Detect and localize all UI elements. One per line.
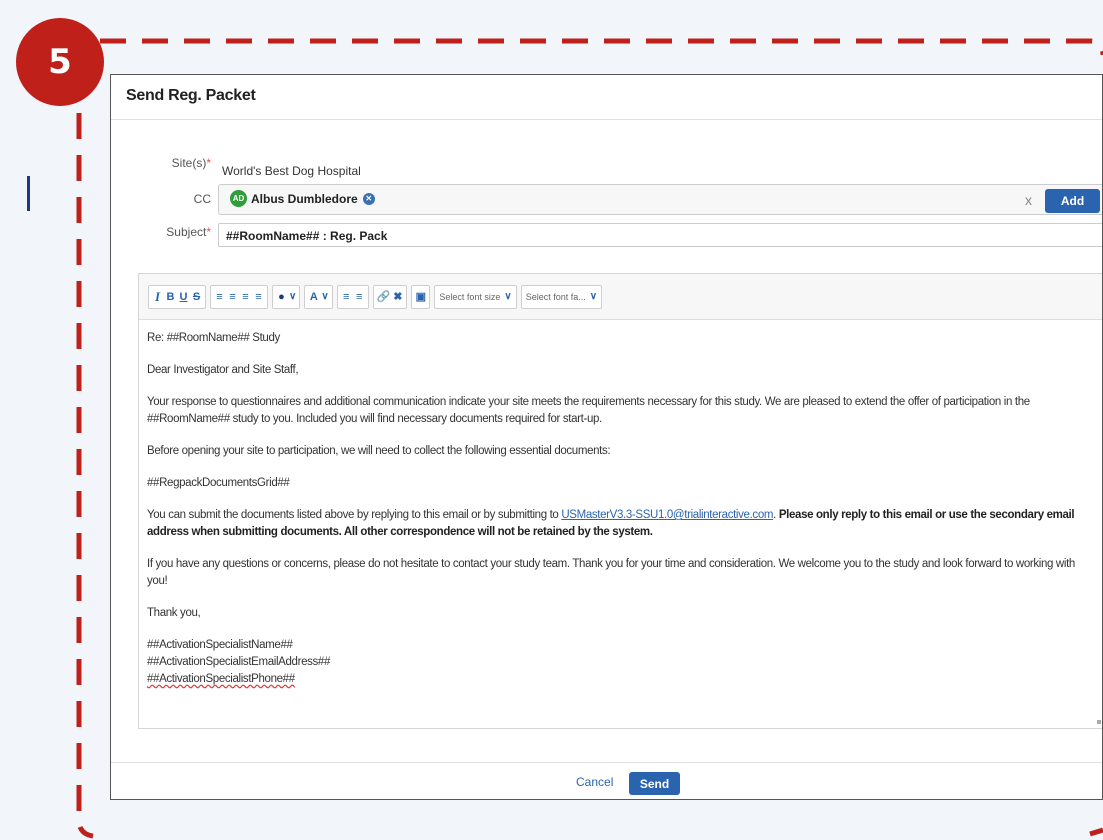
font-family-select[interactable]: Select font fa... ∨ [520, 284, 603, 309]
subject-label: Subject* [166, 225, 211, 239]
site-value: World's Best Dog Hospital [222, 164, 361, 178]
step-number-badge: 5 [16, 18, 104, 106]
send-button[interactable]: Send [629, 772, 680, 795]
greeting: Dear Investigator and Site Staff, [147, 364, 299, 376]
recipient-name: Albus Dumbledore [251, 191, 358, 206]
unlink-icon[interactable]: ✖ [392, 287, 403, 307]
documents-grid-token: ##RegpackDocumentsGrid## [147, 477, 290, 489]
editor-content[interactable]: Re: ##RoomName## Study Dear Investigator… [139, 320, 1102, 688]
chevron-down-icon: ∨ [504, 291, 512, 302]
font-size-placeholder: Select font size [439, 291, 501, 302]
signature-phone: ##ActivationSpecialistPhone## [147, 673, 295, 685]
paragraph-closing: If you have any questions or concerns, p… [147, 558, 1075, 587]
font-size-select[interactable]: Select font size ∨ [434, 284, 517, 309]
font-color-icon: A [309, 290, 318, 303]
link-group: 🔗 ✖ [372, 284, 408, 309]
editor-toolbar: I B U S ≡ ≡ ≡ ≡ ● ∨ A ∨ ≡ ≡ 🔗 ✖ ▣ Select… [139, 274, 1102, 320]
chevron-down-icon: ∨ [589, 291, 598, 302]
align-left-icon[interactable]: ≡ [214, 287, 225, 307]
text-style-group: I B U S [148, 284, 206, 309]
email-body-editor: I B U S ≡ ≡ ≡ ≡ ● ∨ A ∨ ≡ ≡ 🔗 ✖ ▣ Select… [138, 273, 1102, 729]
dialog-footer: Cancel Send [111, 762, 1102, 799]
subject-input[interactable]: ##RoomName## : Reg. Pack [218, 223, 1102, 247]
cancel-button[interactable]: Cancel [576, 775, 613, 789]
color-drop-icon: ● [278, 290, 285, 303]
signature-name: ##ActivationSpecialistName## [147, 639, 293, 651]
dialog-title: Send Reg. Packet [111, 75, 1102, 120]
cc-input[interactable]: AD Albus Dumbledore ✕ x [218, 184, 1102, 215]
required-marker: * [206, 225, 211, 239]
site-label: Site(s)* [171, 156, 211, 170]
signature-email: ##ActivationSpecialistEmailAddress## [147, 656, 331, 668]
avatar: AD [230, 190, 247, 207]
chevron-down-icon: ∨ [289, 291, 297, 302]
submission-email-link[interactable]: USMasterV3.3-SSU1.0@trialinteractive.com [561, 509, 773, 521]
add-cc-button[interactable]: Add [1045, 189, 1100, 213]
align-justify-icon[interactable]: ≡ [253, 287, 264, 307]
insert-image-icon[interactable]: ▣ [415, 287, 426, 307]
bullet-list-icon[interactable]: ≡ [341, 287, 352, 307]
list-group: ≡ ≡ [336, 284, 369, 309]
cc-label: CC [193, 192, 211, 206]
bold-button[interactable]: B [165, 287, 176, 307]
required-marker: * [206, 156, 211, 170]
resize-handle[interactable] [1097, 720, 1101, 724]
strikethrough-button[interactable]: S [191, 287, 202, 307]
recipient-chip: AD Albus Dumbledore ✕ [230, 190, 375, 207]
paragraph-submission: You can submit the documents listed abov… [147, 509, 1075, 538]
image-group: ▣ [411, 284, 431, 309]
italic-button[interactable]: I [152, 287, 163, 307]
edge-divider [27, 176, 30, 211]
send-reg-packet-dialog: Send Reg. Packet Site(s)* World's Best D… [110, 74, 1103, 800]
underline-button[interactable]: U [178, 287, 189, 307]
paragraph-intro: Your response to questionnaires and addi… [147, 396, 1030, 425]
chevron-down-icon: ∨ [321, 291, 329, 302]
font-color-picker[interactable]: A ∨ [304, 284, 333, 309]
align-right-icon[interactable]: ≡ [240, 287, 251, 307]
numbered-list-icon[interactable]: ≡ [354, 287, 365, 307]
alignment-group: ≡ ≡ ≡ ≡ [210, 284, 268, 309]
align-center-icon[interactable]: ≡ [227, 287, 238, 307]
remove-chip-icon[interactable]: ✕ [362, 192, 375, 205]
link-icon[interactable]: 🔗 [377, 287, 391, 307]
re-line: Re: ##RoomName## Study [147, 332, 280, 344]
font-family-placeholder: Select font fa... [525, 291, 586, 302]
paragraph-documents: Before opening your site to participatio… [147, 445, 611, 457]
text-color-picker[interactable]: ● ∨ [272, 284, 301, 309]
clear-cc-icon[interactable]: x [1025, 192, 1032, 208]
thanks-line: Thank you, [147, 607, 201, 619]
